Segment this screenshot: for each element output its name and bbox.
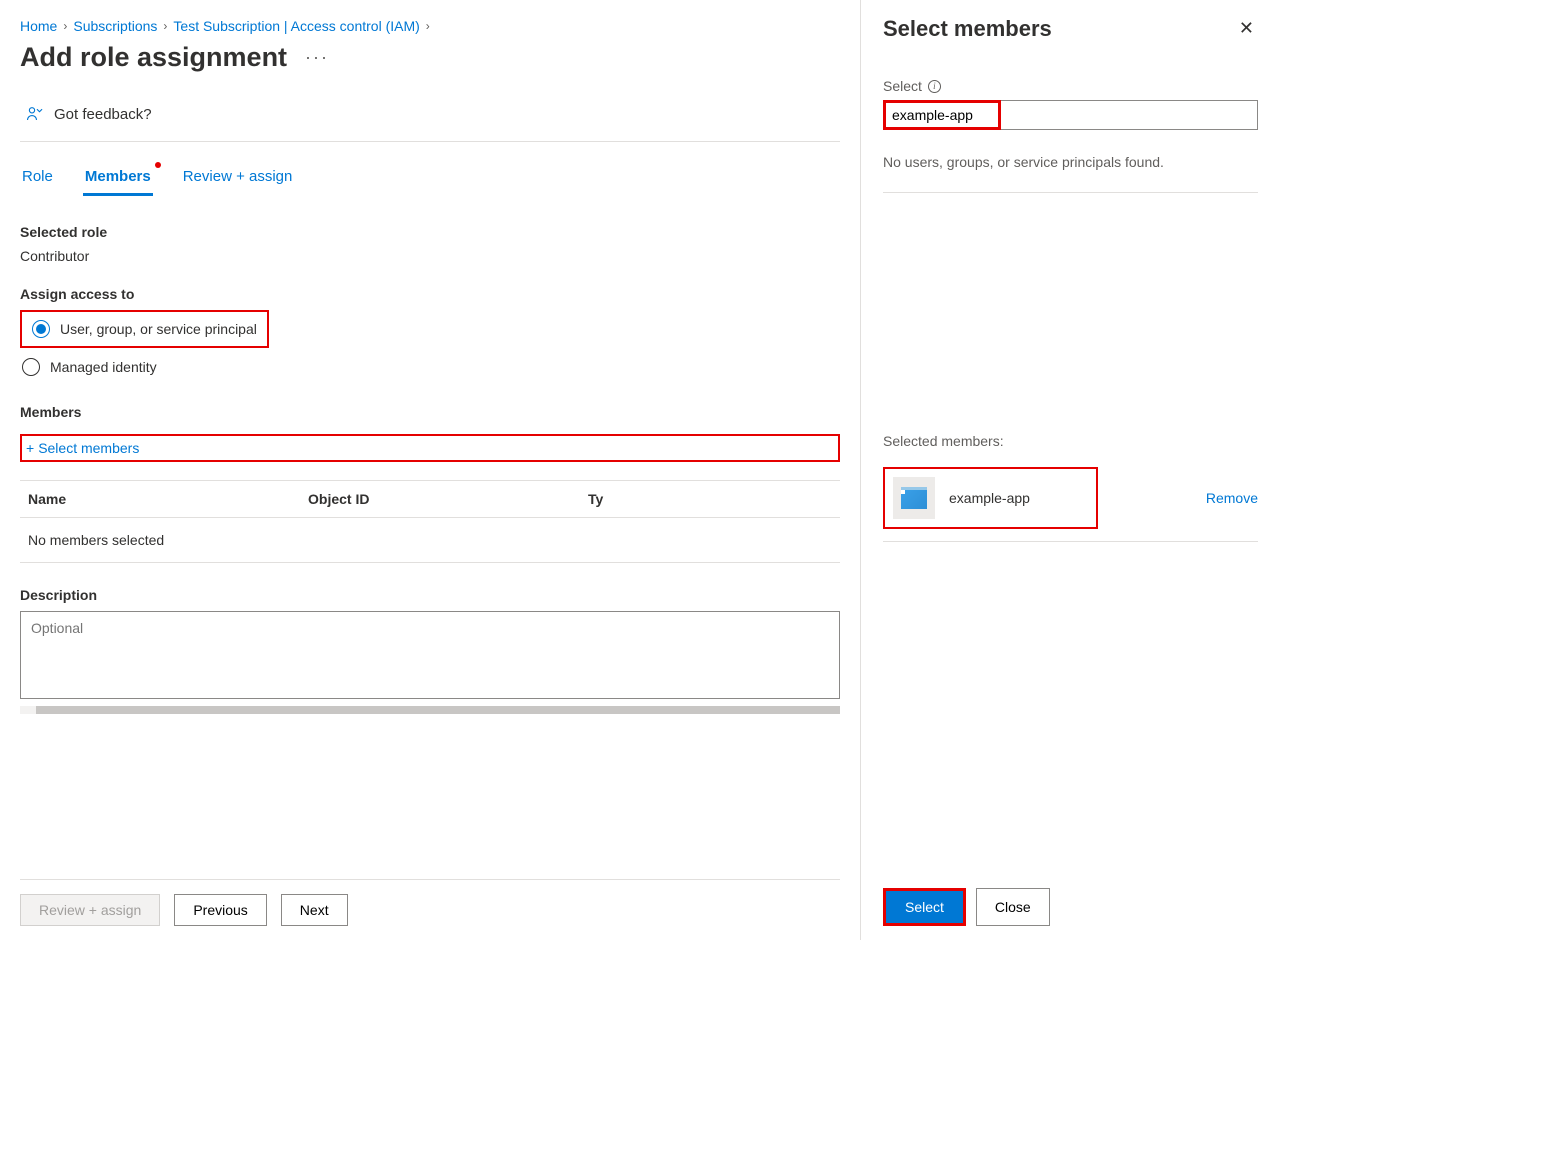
selected-members-label: Selected members:: [883, 433, 1258, 449]
previous-button[interactable]: Previous: [174, 894, 266, 926]
feedback-text: Got feedback?: [54, 106, 152, 123]
radio-label: Managed identity: [50, 359, 157, 375]
description-input[interactable]: [20, 611, 840, 699]
plus-icon: +: [26, 440, 34, 456]
app-icon: [893, 477, 935, 519]
feedback-icon: [26, 105, 44, 123]
selected-member-name: example-app: [949, 490, 1030, 506]
info-icon[interactable]: i: [928, 80, 941, 93]
chevron-right-icon: ›: [426, 19, 430, 33]
panel-title: Select members: [883, 16, 1052, 42]
assign-access-radio-group: User, group, or service principal Manage…: [20, 310, 840, 382]
chevron-right-icon: ›: [63, 19, 67, 33]
tabs: Role Members Review + assign: [20, 164, 840, 196]
breadcrumb-home[interactable]: Home: [20, 18, 57, 34]
horizontal-scrollbar[interactable]: [20, 706, 840, 714]
selected-role-value: Contributor: [20, 248, 840, 264]
remove-link[interactable]: Remove: [1206, 490, 1258, 506]
select-button[interactable]: Select: [886, 891, 963, 923]
selected-role-label: Selected role: [20, 224, 840, 240]
select-members-panel: Select members ✕ Select i No users, grou…: [860, 0, 1280, 940]
tab-members[interactable]: Members: [83, 164, 153, 196]
member-search-input[interactable]: [886, 103, 998, 127]
select-members-link[interactable]: + Select members: [22, 436, 143, 460]
members-table: Name Object ID Ty No members selected: [20, 480, 840, 563]
column-name: Name: [28, 491, 308, 507]
members-label: Members: [20, 404, 840, 420]
assign-access-label: Assign access to: [20, 286, 840, 302]
select-label: Select: [883, 78, 922, 94]
breadcrumb-subscriptions[interactable]: Subscriptions: [73, 18, 157, 34]
page-title: Add role assignment: [20, 42, 287, 73]
close-button[interactable]: Close: [976, 888, 1050, 926]
breadcrumb-test-subscription[interactable]: Test Subscription | Access control (IAM): [173, 18, 419, 34]
tab-review-assign[interactable]: Review + assign: [181, 164, 295, 196]
radio-managed-identity[interactable]: Managed identity: [20, 352, 840, 382]
no-results-message: No users, groups, or service principals …: [883, 154, 1258, 193]
radio-label: User, group, or service principal: [60, 321, 257, 337]
description-label: Description: [20, 587, 840, 603]
members-empty-message: No members selected: [20, 518, 840, 563]
tab-role[interactable]: Role: [20, 164, 55, 196]
radio-icon: [22, 358, 40, 376]
next-button[interactable]: Next: [281, 894, 348, 926]
chevron-right-icon: ›: [163, 19, 167, 33]
more-actions-icon[interactable]: ···: [305, 47, 329, 68]
feedback-link[interactable]: Got feedback?: [20, 101, 840, 142]
close-icon[interactable]: ✕: [1235, 16, 1258, 41]
radio-icon: [32, 320, 50, 338]
bottom-action-bar: Review + assign Previous Next: [20, 879, 840, 940]
tab-indicator-dot: [155, 162, 161, 168]
breadcrumb: Home › Subscriptions › Test Subscription…: [20, 18, 840, 34]
select-members-text: Select members: [38, 440, 139, 456]
review-assign-button[interactable]: Review + assign: [20, 894, 160, 926]
selected-member-item[interactable]: example-app: [883, 467, 1098, 529]
column-object-id: Object ID: [308, 491, 588, 507]
radio-user-group-service-principal[interactable]: User, group, or service principal: [30, 314, 259, 344]
column-type: Ty: [588, 491, 832, 507]
